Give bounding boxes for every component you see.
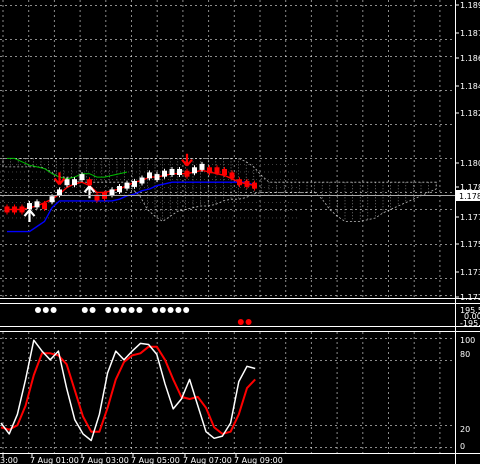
price-tick-label: 1.187 [460, 29, 480, 38]
signal-dot-white [42, 307, 49, 313]
candle-body [42, 203, 47, 210]
time-label: 7 Aug 09:00 [234, 456, 283, 464]
candle-body [57, 189, 62, 196]
candle-body [147, 172, 152, 179]
candle-body [192, 167, 197, 174]
time-label: 7 Aug 07:00 [183, 456, 232, 464]
price-tick-label: 1.186 [460, 54, 480, 63]
signal-dot-white [35, 307, 41, 313]
stoch-axis-label: 80 [460, 350, 470, 359]
signal-dot-white [167, 307, 174, 313]
candle-body [34, 201, 40, 208]
trading-chart[interactable]: 1.189 1.187 1.186 1.184 1.182 1.180 1.17… [0, 0, 480, 464]
candle-body [229, 172, 235, 179]
candle-body [244, 180, 250, 187]
candle-body [252, 182, 257, 189]
signal-dot-white [175, 307, 182, 313]
signal-dot-red [237, 319, 244, 325]
candle-body [72, 179, 77, 186]
candle-body [199, 163, 205, 170]
signal-dot-white [159, 307, 166, 313]
candle-body [19, 206, 25, 213]
candle-body [177, 168, 182, 175]
signal-dot-white [183, 307, 190, 313]
signal-dot-white [50, 307, 57, 313]
candle-body [49, 196, 55, 203]
candle-body [87, 179, 92, 186]
time-label: 7 Aug 01:00 [30, 456, 79, 464]
candle-body [184, 170, 190, 177]
price-tick-label: 1.173 [460, 268, 480, 277]
stoch-axis-label: 100 [460, 336, 475, 345]
candle-body [12, 206, 17, 213]
candle-body [27, 203, 32, 210]
signal-dot-white [120, 307, 127, 313]
candle-body [109, 189, 115, 196]
current-price-label: 1.178 [459, 192, 480, 201]
price-tick-label: 1.177 [460, 213, 480, 222]
candle-body [64, 179, 70, 186]
candle-body [154, 174, 160, 181]
price-tick-label: 1.180 [460, 159, 480, 168]
time-label: 7 Aug 03:00 [80, 456, 129, 464]
chart-background [0, 0, 480, 464]
price-tick-label: 1.184 [460, 82, 480, 91]
signal-dot-white [113, 307, 119, 313]
signal-dot-white [81, 307, 88, 313]
price-tick-label: 1.172 [460, 293, 480, 302]
stoch-axis-label: 0 [460, 442, 465, 451]
time-label: 7 Aug 05:00 [131, 456, 180, 464]
signal-dot-white [152, 307, 158, 313]
candle-body [169, 168, 175, 175]
candle-body [124, 182, 130, 189]
dots-axis-label: -195.9 [460, 319, 480, 328]
stoch-axis-label: 20 [460, 425, 470, 434]
signal-dot-white [89, 307, 96, 313]
price-tick-label: 1.182 [460, 109, 480, 118]
signal-dot-white [105, 307, 112, 313]
signal-dot-white [136, 307, 143, 313]
candle-body [4, 206, 10, 213]
candle-body [214, 167, 220, 174]
candle-body [237, 179, 242, 186]
price-tick-label: 1.189 [460, 1, 480, 10]
candle-body [117, 186, 122, 193]
candle-body [222, 168, 227, 175]
signal-dot-red [245, 319, 252, 325]
price-tick-label: 1.175 [460, 240, 480, 249]
candle-body [207, 167, 212, 174]
candle-body [79, 174, 85, 181]
signal-dot-white [128, 307, 135, 313]
time-label: 3:00 [0, 456, 18, 464]
candle-body [162, 170, 167, 177]
candle-body [132, 180, 137, 187]
candle-body [139, 177, 145, 184]
